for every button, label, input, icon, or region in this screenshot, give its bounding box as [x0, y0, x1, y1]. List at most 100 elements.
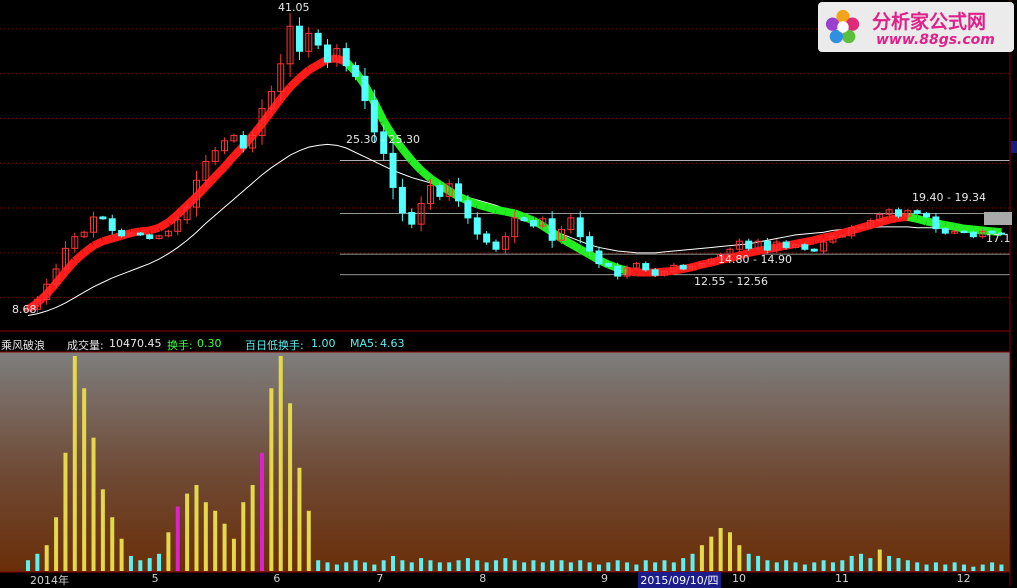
- candle-body: [810, 248, 818, 252]
- volume-label: 成交量:: [67, 339, 104, 352]
- candle-body: [389, 152, 397, 188]
- volume-bar: [344, 562, 349, 571]
- volume-bar: [278, 356, 283, 571]
- trend-segment: [869, 218, 881, 229]
- volume-bar: [793, 562, 798, 571]
- volume-bar: [896, 558, 901, 571]
- volume-bar: [194, 485, 199, 571]
- volume-bar: [231, 538, 236, 571]
- trend-segment: [268, 96, 284, 114]
- trend-segment: [568, 240, 583, 253]
- volume-bar: [718, 528, 723, 571]
- candle-body: [614, 265, 622, 277]
- volume-bar: [615, 560, 620, 571]
- trend-segment: [306, 61, 321, 74]
- volume-bar: [203, 502, 208, 571]
- volume-bar: [362, 562, 367, 571]
- candle-body: [295, 25, 303, 52]
- time-tick-label: 7: [376, 572, 384, 585]
- candle-body: [520, 217, 528, 222]
- candle-body: [960, 230, 968, 234]
- trend-segment: [476, 200, 488, 211]
- trend-segment: [972, 225, 984, 235]
- time-tick-label: 5: [151, 572, 159, 585]
- trend-segment: [963, 224, 974, 234]
- volume-bar: [737, 545, 742, 571]
- candle-body: [483, 233, 491, 243]
- candle-body: [361, 75, 369, 102]
- trend-segment: [148, 223, 161, 235]
- volume-bar: [933, 562, 938, 571]
- trend-ribbon: [25, 54, 1002, 313]
- volume-bar: [924, 564, 929, 571]
- volume-bar: [653, 562, 658, 571]
- volume-bar: [746, 553, 751, 571]
- trend-segment: [34, 291, 50, 306]
- trend-segment: [43, 280, 60, 297]
- volume-bar: [699, 545, 704, 571]
- volume-bar: [915, 562, 920, 571]
- ma5-label: MA5:: [350, 337, 378, 350]
- volume-bar: [119, 538, 124, 571]
- volume-bar: [157, 553, 162, 571]
- volume-bar: [419, 558, 424, 571]
- volume-bar: [484, 562, 489, 571]
- volume-bar: [849, 555, 854, 571]
- trend-segment: [408, 157, 425, 174]
- volume-bar: [690, 553, 695, 571]
- volume-bar: [82, 388, 87, 571]
- flower-logo-icon: [825, 9, 860, 44]
- volume-bar: [26, 560, 30, 571]
- trend-segment: [794, 238, 806, 248]
- volume-bar: [587, 562, 592, 571]
- trend-segment: [157, 218, 171, 232]
- volume-bar: [671, 562, 676, 571]
- candle-body: [99, 216, 107, 220]
- volume-bar: [634, 564, 639, 571]
- right-axis-marker: [1011, 141, 1017, 153]
- volume-bar: [437, 562, 442, 571]
- volume-bar: [559, 560, 564, 571]
- volume-bar: [147, 558, 152, 571]
- start-price-label: 8.68: [12, 303, 37, 316]
- trend-segment: [277, 84, 294, 102]
- volume-bar: [456, 560, 461, 571]
- trend-segment: [841, 226, 853, 237]
- trend-segment: [212, 164, 228, 180]
- candle-body: [136, 232, 144, 236]
- volume-bar: [353, 560, 358, 571]
- volume-bar: [44, 545, 49, 571]
- volume-bar: [765, 560, 770, 571]
- volume-bar: [728, 532, 732, 571]
- volume-bar: [391, 555, 396, 571]
- indicator-name[interactable]: 乘风破浪: [1, 337, 45, 353]
- volume-bar: [830, 562, 835, 571]
- volume-bar: [494, 560, 498, 571]
- volume-bar: [35, 553, 40, 571]
- time-tick-label: 11: [834, 572, 849, 585]
- volume-bar: [297, 467, 302, 571]
- time-tick-label: 12: [956, 572, 971, 585]
- volume-bar: [428, 560, 433, 571]
- stock-chart[interactable]: [0, 0, 1017, 586]
- volume-bar: [185, 493, 190, 571]
- trend-segment: [428, 175, 443, 189]
- trend-segment: [953, 222, 965, 233]
- turnover-value: 0.30: [197, 337, 222, 350]
- candle-body: [464, 200, 472, 219]
- volume-bar: [306, 510, 311, 571]
- volume-bar: [999, 564, 1004, 571]
- trend-segment: [101, 234, 114, 246]
- volume-bar: [260, 452, 264, 571]
- volume-bar: [550, 560, 555, 571]
- ma5-value: 4.63: [380, 337, 405, 350]
- volume-bar: [812, 562, 817, 571]
- volume-bar: [110, 517, 115, 571]
- volume-value: 10470.45: [109, 337, 162, 350]
- trend-segment: [139, 226, 151, 236]
- trend-segment: [916, 214, 928, 226]
- candle-body: [108, 218, 116, 231]
- volume-bar: [100, 489, 105, 571]
- zone-label-2: 14.80 - 14.90: [718, 253, 792, 266]
- volume-bar: [512, 560, 517, 571]
